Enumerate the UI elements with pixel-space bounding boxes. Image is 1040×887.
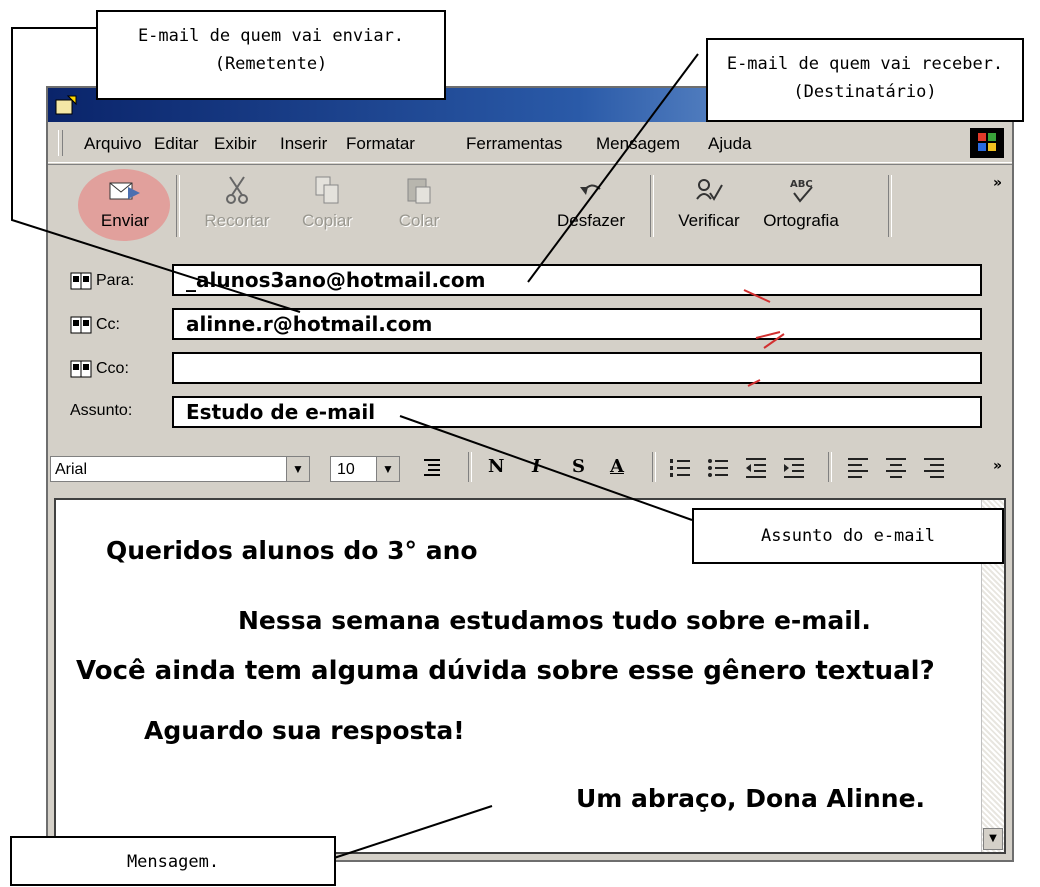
sender-callout: E-mail de quem vai enviar. (Remetente) xyxy=(96,10,446,100)
message-callout: Mensagem. xyxy=(10,836,336,886)
subject-callout: Assunto do e-mail xyxy=(692,508,1004,564)
annotation-lines xyxy=(11,27,785,859)
recipient-callout: E-mail de quem vai receber. (Destinatári… xyxy=(706,38,1024,122)
